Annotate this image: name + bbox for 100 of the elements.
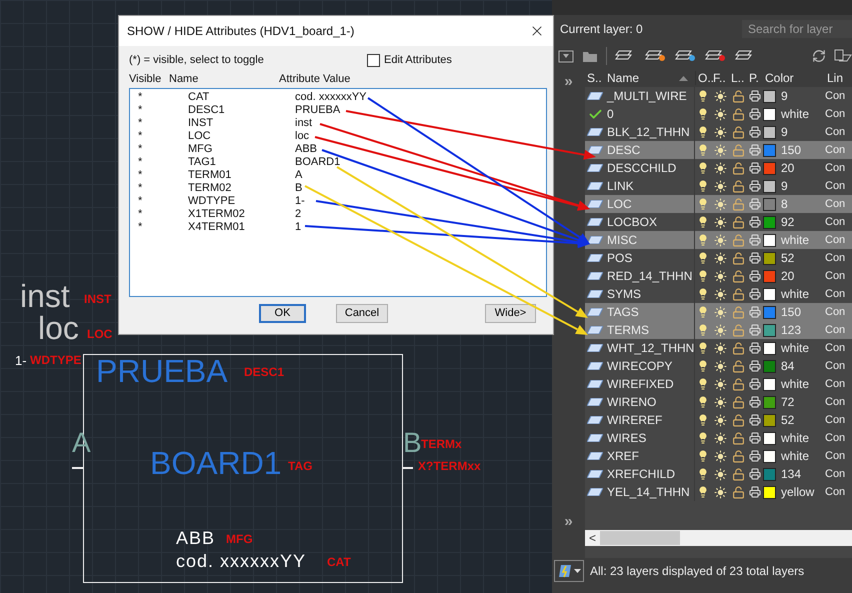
unlocked-padlock-icon[interactable] bbox=[732, 180, 744, 192]
unlocked-padlock-icon[interactable] bbox=[732, 378, 744, 390]
sun-icon[interactable] bbox=[714, 486, 726, 498]
sun-icon[interactable] bbox=[714, 198, 726, 210]
unlocked-padlock-icon[interactable] bbox=[732, 162, 744, 174]
color-swatch[interactable] bbox=[763, 468, 776, 480]
layer-row[interactable]: TAGS 150 Con bbox=[585, 303, 852, 321]
lightbulb-icon[interactable] bbox=[697, 306, 709, 318]
printer-icon[interactable] bbox=[749, 162, 761, 174]
sun-icon[interactable] bbox=[714, 324, 726, 336]
column-header[interactable]: F.. bbox=[711, 71, 729, 85]
lightbulb-icon[interactable] bbox=[697, 486, 709, 498]
sun-icon[interactable] bbox=[714, 180, 726, 192]
attribute-name[interactable]: X1TERM02 bbox=[188, 208, 295, 221]
unlocked-padlock-icon[interactable] bbox=[732, 216, 744, 228]
printer-icon[interactable] bbox=[749, 90, 761, 102]
layer-row[interactable]: WIRES white Con bbox=[585, 429, 852, 447]
column-header[interactable]: Name bbox=[605, 71, 695, 85]
lightbulb-icon[interactable] bbox=[697, 288, 709, 300]
unlocked-padlock-icon[interactable] bbox=[732, 270, 744, 282]
printer-icon[interactable] bbox=[749, 180, 761, 192]
lightbulb-icon[interactable] bbox=[697, 216, 709, 228]
edit-attributes-checkbox[interactable]: Edit Attributes bbox=[367, 54, 452, 66]
search-field[interactable]: Search for layer bbox=[742, 20, 852, 38]
attribute-value[interactable]: inst bbox=[295, 117, 546, 130]
sun-icon[interactable] bbox=[714, 144, 726, 156]
color-swatch[interactable] bbox=[763, 144, 776, 156]
layer-row[interactable]: XREFCHILD 134 Con bbox=[585, 465, 852, 483]
color-swatch[interactable] bbox=[763, 432, 776, 444]
printer-icon[interactable] bbox=[749, 144, 761, 156]
refresh-icon[interactable] bbox=[812, 49, 826, 63]
color-swatch[interactable] bbox=[763, 306, 776, 318]
color-swatch[interactable] bbox=[763, 288, 776, 300]
attribute-name[interactable]: DESC1 bbox=[188, 104, 295, 117]
layer-row[interactable]: WIRENO 72 Con bbox=[585, 393, 852, 411]
layer-row[interactable]: 0 white Con bbox=[585, 105, 852, 123]
lightbulb-icon[interactable] bbox=[697, 162, 709, 174]
sun-icon[interactable] bbox=[714, 252, 726, 264]
color-swatch[interactable] bbox=[763, 486, 776, 498]
sun-icon[interactable] bbox=[714, 108, 726, 120]
filter-icon[interactable] bbox=[558, 49, 574, 63]
printer-icon[interactable] bbox=[749, 324, 761, 336]
visible-mark[interactable]: * bbox=[138, 117, 152, 130]
color-swatch[interactable] bbox=[763, 414, 776, 426]
attribute-value[interactable]: 1 bbox=[295, 221, 546, 234]
scroll-left-button[interactable]: < bbox=[585, 531, 600, 545]
column-header[interactable]: P. bbox=[747, 71, 763, 85]
visible-mark[interactable]: * bbox=[138, 104, 152, 117]
visible-mark[interactable]: * bbox=[138, 91, 152, 104]
layer-row[interactable]: _MULTI_WIRE 9 Con bbox=[585, 87, 852, 105]
lightbulb-icon[interactable] bbox=[697, 144, 709, 156]
column-header[interactable]: Lin bbox=[825, 71, 852, 85]
printer-icon[interactable] bbox=[749, 360, 761, 372]
visible-mark[interactable]: * bbox=[138, 182, 152, 195]
sun-icon[interactable] bbox=[714, 90, 726, 102]
color-swatch[interactable] bbox=[763, 378, 776, 390]
printer-icon[interactable] bbox=[749, 486, 761, 498]
layer-row[interactable]: WIRECOPY 84 Con bbox=[585, 357, 852, 375]
lightbulb-icon[interactable] bbox=[697, 360, 709, 372]
sun-icon[interactable] bbox=[714, 414, 726, 426]
column-header[interactable]: L.. bbox=[729, 71, 747, 85]
color-swatch[interactable] bbox=[763, 360, 776, 372]
sun-icon[interactable] bbox=[714, 306, 726, 318]
visible-mark[interactable]: * bbox=[138, 156, 152, 169]
folder-icon[interactable] bbox=[582, 49, 598, 63]
dialog-button[interactable]: Cancel bbox=[336, 304, 388, 322]
color-swatch[interactable] bbox=[763, 450, 776, 462]
unlocked-padlock-icon[interactable] bbox=[732, 396, 744, 408]
attribute-name[interactable]: TERM01 bbox=[188, 169, 295, 182]
lightbulb-icon[interactable] bbox=[697, 342, 709, 354]
unlocked-padlock-icon[interactable] bbox=[732, 108, 744, 120]
printer-icon[interactable] bbox=[749, 198, 761, 210]
lightbulb-icon[interactable] bbox=[697, 378, 709, 390]
color-swatch[interactable] bbox=[763, 216, 776, 228]
lightbulb-icon[interactable] bbox=[697, 324, 709, 336]
visible-mark[interactable]: * bbox=[138, 195, 152, 208]
layer-row[interactable]: LOC 8 Con bbox=[585, 195, 852, 213]
color-swatch[interactable] bbox=[763, 90, 776, 102]
column-header[interactable]: O.. bbox=[695, 71, 711, 85]
visible-mark[interactable]: * bbox=[138, 221, 152, 234]
attribute-name[interactable]: TAG1 bbox=[188, 156, 295, 169]
attribute-value[interactable]: 1- bbox=[295, 195, 546, 208]
attribute-value[interactable]: cod. xxxxxxYY bbox=[295, 91, 546, 104]
unlocked-padlock-icon[interactable] bbox=[732, 126, 744, 138]
sun-icon[interactable] bbox=[714, 216, 726, 228]
layers-stack-icon[interactable] bbox=[705, 48, 727, 64]
attribute-value[interactable]: ABB bbox=[295, 143, 546, 156]
attribute-value[interactable]: BOARD1 bbox=[295, 156, 546, 169]
layer-row[interactable]: WIREFIXED white Con bbox=[585, 375, 852, 393]
layer-row[interactable]: DESCCHILD 20 Con bbox=[585, 159, 852, 177]
sun-icon[interactable] bbox=[714, 162, 726, 174]
attribute-name[interactable]: WDTYPE bbox=[188, 195, 295, 208]
printer-icon[interactable] bbox=[749, 306, 761, 318]
unlocked-padlock-icon[interactable] bbox=[732, 342, 744, 354]
layer-row[interactable]: RED_14_THHN 20 Con bbox=[585, 267, 852, 285]
attribute-value[interactable]: A bbox=[295, 169, 546, 182]
lightbulb-icon[interactable] bbox=[697, 126, 709, 138]
attribute-name[interactable]: X4TERM01 bbox=[188, 221, 295, 234]
color-swatch[interactable] bbox=[763, 108, 776, 120]
layer-row[interactable]: WIREREF 52 Con bbox=[585, 411, 852, 429]
